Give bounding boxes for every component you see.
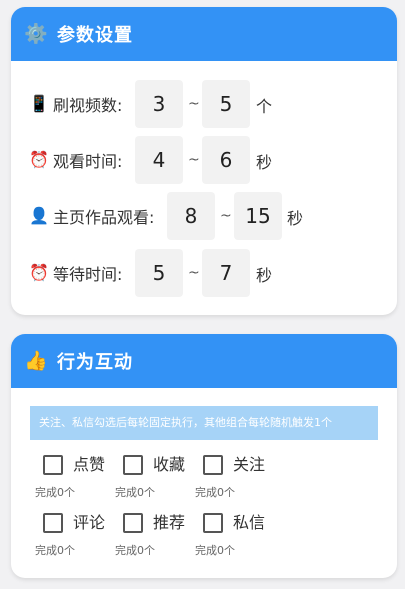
param-row-watch-time: ⏰ 观看时间: 4 ~ 6 秒 xyxy=(11,136,397,184)
option-comment[interactable]: 评论 完成0个 xyxy=(31,513,111,563)
option-private-message[interactable]: 私信 完成0个 xyxy=(191,513,271,563)
param-label: 主页作品观看: xyxy=(53,208,155,227)
option-status: 完成0个 xyxy=(115,486,155,499)
alarm-clock-icon: ⏰ xyxy=(29,150,49,169)
param-label: 观看时间: xyxy=(53,152,123,171)
min-value-input[interactable]: 3 xyxy=(135,80,183,128)
option-label: 评论 xyxy=(73,513,106,532)
min-value-input[interactable]: 4 xyxy=(135,136,183,184)
recommend-checkbox[interactable] xyxy=(123,513,143,533)
max-value-input[interactable]: 15 xyxy=(234,192,282,240)
option-status: 完成0个 xyxy=(195,486,235,499)
param-label: 刷视频数: xyxy=(53,96,123,115)
param-row-wait-time: ⏰ 等待时间: 5 ~ 7 秒 xyxy=(11,249,397,297)
range-separator: ~ xyxy=(220,208,232,224)
params-header: ⚙️ 参数设置 xyxy=(11,7,397,61)
min-value-input[interactable]: 5 xyxy=(135,249,183,297)
max-value-input[interactable]: 5 xyxy=(202,80,250,128)
option-recommend[interactable]: 推荐 完成0个 xyxy=(111,513,191,563)
unit-label: 秒 xyxy=(256,153,273,172)
option-label: 推荐 xyxy=(153,513,186,532)
max-value-input[interactable]: 6 xyxy=(202,136,250,184)
range-separator: ~ xyxy=(188,96,200,112)
unit-label: 秒 xyxy=(287,209,304,228)
like-checkbox[interactable] xyxy=(43,455,63,475)
actions-card: 👍 行为互动 关注、私信勾选后每轮固定执行，其他组合每轮随机触发1个 点赞 完成… xyxy=(11,334,397,578)
actions-title: 行为互动 xyxy=(57,352,133,373)
actions-header: 👍 行为互动 xyxy=(11,334,397,388)
private-message-checkbox[interactable] xyxy=(203,513,223,533)
max-value-input[interactable]: 7 xyxy=(202,249,250,297)
option-label: 点赞 xyxy=(73,455,106,474)
option-label: 关注 xyxy=(233,455,266,474)
option-label: 私信 xyxy=(233,513,266,532)
unit-label: 个 xyxy=(256,97,273,116)
param-row-profile-watch: 👤 主页作品观看: 8 ~ 15 秒 xyxy=(11,192,397,240)
info-notice: 关注、私信勾选后每轮固定执行，其他组合每轮随机触发1个 xyxy=(30,406,378,440)
params-title: 参数设置 xyxy=(57,25,133,46)
params-card: ⚙️ 参数设置 📱 刷视频数: 3 ~ 5 个 ⏰ 观看时间: 4 ~ 6 秒 … xyxy=(11,7,397,315)
range-separator: ~ xyxy=(188,265,200,281)
range-separator: ~ xyxy=(188,152,200,168)
phone-icon: 📱 xyxy=(29,94,49,113)
param-label: 等待时间: xyxy=(53,265,123,284)
favorite-checkbox[interactable] xyxy=(123,455,143,475)
option-favorite[interactable]: 收藏 完成0个 xyxy=(111,455,191,505)
option-like[interactable]: 点赞 完成0个 xyxy=(31,455,111,505)
option-status: 完成0个 xyxy=(35,486,75,499)
min-value-input[interactable]: 8 xyxy=(167,192,215,240)
alarm-clock-icon: ⏰ xyxy=(29,263,49,282)
option-status: 完成0个 xyxy=(195,544,235,557)
unit-label: 秒 xyxy=(256,266,273,285)
thumbs-up-icon: 👍 xyxy=(24,350,48,372)
comment-checkbox[interactable] xyxy=(43,513,63,533)
option-status: 完成0个 xyxy=(35,544,75,557)
user-icon: 👤 xyxy=(29,206,49,225)
gear-icon: ⚙️ xyxy=(24,23,48,45)
follow-checkbox[interactable] xyxy=(203,455,223,475)
option-follow[interactable]: 关注 完成0个 xyxy=(191,455,271,505)
param-row-video-count: 📱 刷视频数: 3 ~ 5 个 xyxy=(11,80,397,128)
option-label: 收藏 xyxy=(153,455,186,474)
option-status: 完成0个 xyxy=(115,544,155,557)
